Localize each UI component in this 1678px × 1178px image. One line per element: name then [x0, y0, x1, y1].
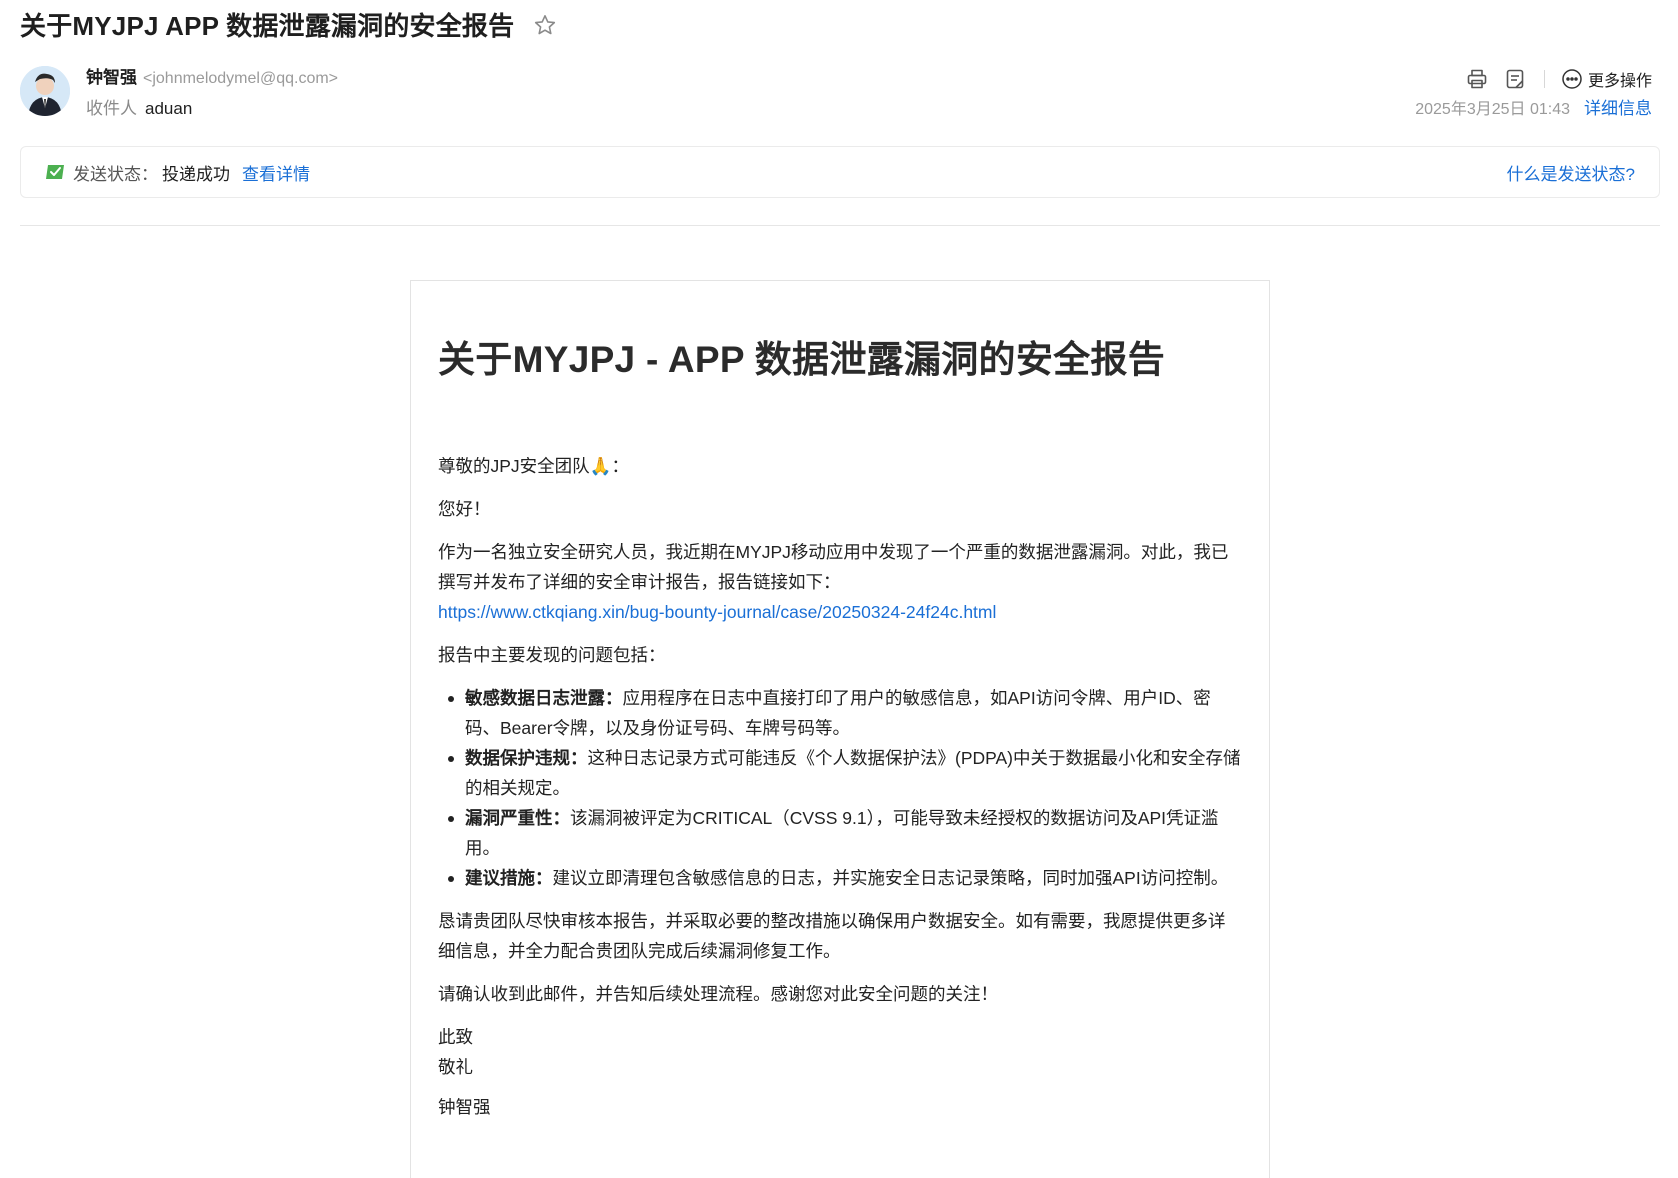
closing: 此致 敬礼 [438, 1022, 1242, 1082]
status-detail-link[interactable]: 查看详情 [242, 160, 310, 185]
sender-email[interactable]: <johnmelodymel@qq.com> [143, 70, 338, 87]
email-body: 关于MYJPJ - APP 数据泄露漏洞的安全报告 尊敬的JPJ安全团队🙏： 您… [410, 280, 1270, 1178]
issues-intro: 报告中主要发现的问题包括： [438, 645, 666, 665]
request-paragraph: 恳请贵团队尽快审核本报告，并采取必要的整改措施以确保用户数据安全。如有需要，我愿… [438, 911, 1226, 961]
bullet-heading: 数据保护违规： [465, 748, 588, 768]
sender-row: 钟智强 <johnmelodymel@qq.com> 收件人 aduan 更多操… [20, 66, 1660, 122]
hello: 您好！ [438, 499, 491, 519]
sender-line: 钟智强 <johnmelodymel@qq.com> [86, 66, 338, 91]
delivery-status-bar: 发送状态： 投递成功 查看详情 什么是发送状态? [20, 146, 1660, 198]
avatar[interactable] [20, 66, 70, 116]
toolbar-divider [1543, 70, 1545, 88]
email-subject: 关于MYJPJ APP 数据泄露漏洞的安全报告 [20, 11, 515, 41]
body-title: 关于MYJPJ - APP 数据泄露漏洞的安全报告 [438, 339, 1166, 380]
more-icon [1561, 68, 1583, 90]
bullet-text: 该漏洞被评定为CRITICAL（CVSS 9.1），可能导致未经授权的数据访问及… [465, 808, 1219, 858]
sender-name[interactable]: 钟智强 [86, 68, 137, 87]
note-icon[interactable] [1502, 66, 1528, 92]
closing-line-2: 敬礼 [438, 1057, 473, 1077]
delivered-check-icon [45, 163, 65, 181]
recipient-name[interactable]: aduan [145, 99, 192, 118]
details-link[interactable]: 详细信息 [1584, 99, 1652, 118]
bullet-heading: 敏感数据日志泄露： [465, 688, 623, 708]
greeting: 尊敬的JPJ安全团队🙏： [438, 456, 629, 476]
star-icon[interactable] [532, 12, 558, 38]
status-label: 发送状态： [73, 164, 158, 184]
more-actions-label: 更多操作 [1587, 73, 1652, 90]
list-item: 漏洞严重性：该漏洞被评定为CRITICAL（CVSS 9.1），可能导致未经授权… [448, 803, 1242, 863]
recipient-label: 收件人 [86, 99, 137, 118]
recipient-line: 收件人 aduan [86, 97, 192, 121]
issues-list: 敏感数据日志泄露：应用程序在日志中直接打印了用户的敏感信息，如API访问令牌、用… [438, 683, 1242, 893]
printer-icon[interactable] [1464, 66, 1490, 92]
confirm-paragraph: 请确认收到此邮件，并告知后续处理流程。感谢您对此安全问题的关注！ [438, 984, 998, 1004]
more-actions-button[interactable]: 更多操作 [1561, 67, 1652, 91]
status-value: 投递成功 [162, 164, 230, 184]
intro-paragraph: 作为一名独立安全研究人员，我近期在MYJPJ移动应用中发现了一个严重的数据泄露漏… [438, 537, 1242, 627]
bullet-heading: 建议措施： [465, 868, 553, 888]
status-help-link[interactable]: 什么是发送状态? [1507, 160, 1635, 185]
signature: 钟智强 [438, 1097, 491, 1117]
list-item: 数据保护违规：这种日志记录方式可能违反《个人数据保护法》(PDPA)中关于数据最… [448, 743, 1242, 803]
subject-row: 关于MYJPJ APP 数据泄露漏洞的安全报告 [20, 6, 558, 43]
bullet-heading: 漏洞严重性： [465, 808, 570, 828]
bullet-text: 建议立即清理包含敏感信息的日志，并实施安全日志记录策略，同时加强API访问控制。 [552, 868, 1229, 888]
header-divider [20, 225, 1660, 226]
list-item: 建议措施：建议立即清理包含敏感信息的日志，并实施安全日志记录策略，同时加强API… [448, 863, 1242, 893]
email-reader: 关于MYJPJ APP 数据泄露漏洞的安全报告 钟智强 <johnmelodyme… [0, 0, 1678, 1178]
intro-text: 作为一名独立安全研究人员，我近期在MYJPJ移动应用中发现了一个严重的数据泄露漏… [438, 542, 1229, 592]
sent-date: 2025年3月25日 01:43 [1415, 101, 1570, 118]
meta-line: 2025年3月25日 01:43 详细信息 [1415, 97, 1652, 122]
toolbar: 更多操作 [1452, 66, 1652, 92]
list-item: 敏感数据日志泄露：应用程序在日志中直接打印了用户的敏感信息，如API访问令牌、用… [448, 683, 1242, 743]
report-link[interactable]: https://www.ctkqiang.xin/bug-bounty-jour… [438, 602, 996, 622]
closing-line-1: 此致 [438, 1027, 473, 1047]
